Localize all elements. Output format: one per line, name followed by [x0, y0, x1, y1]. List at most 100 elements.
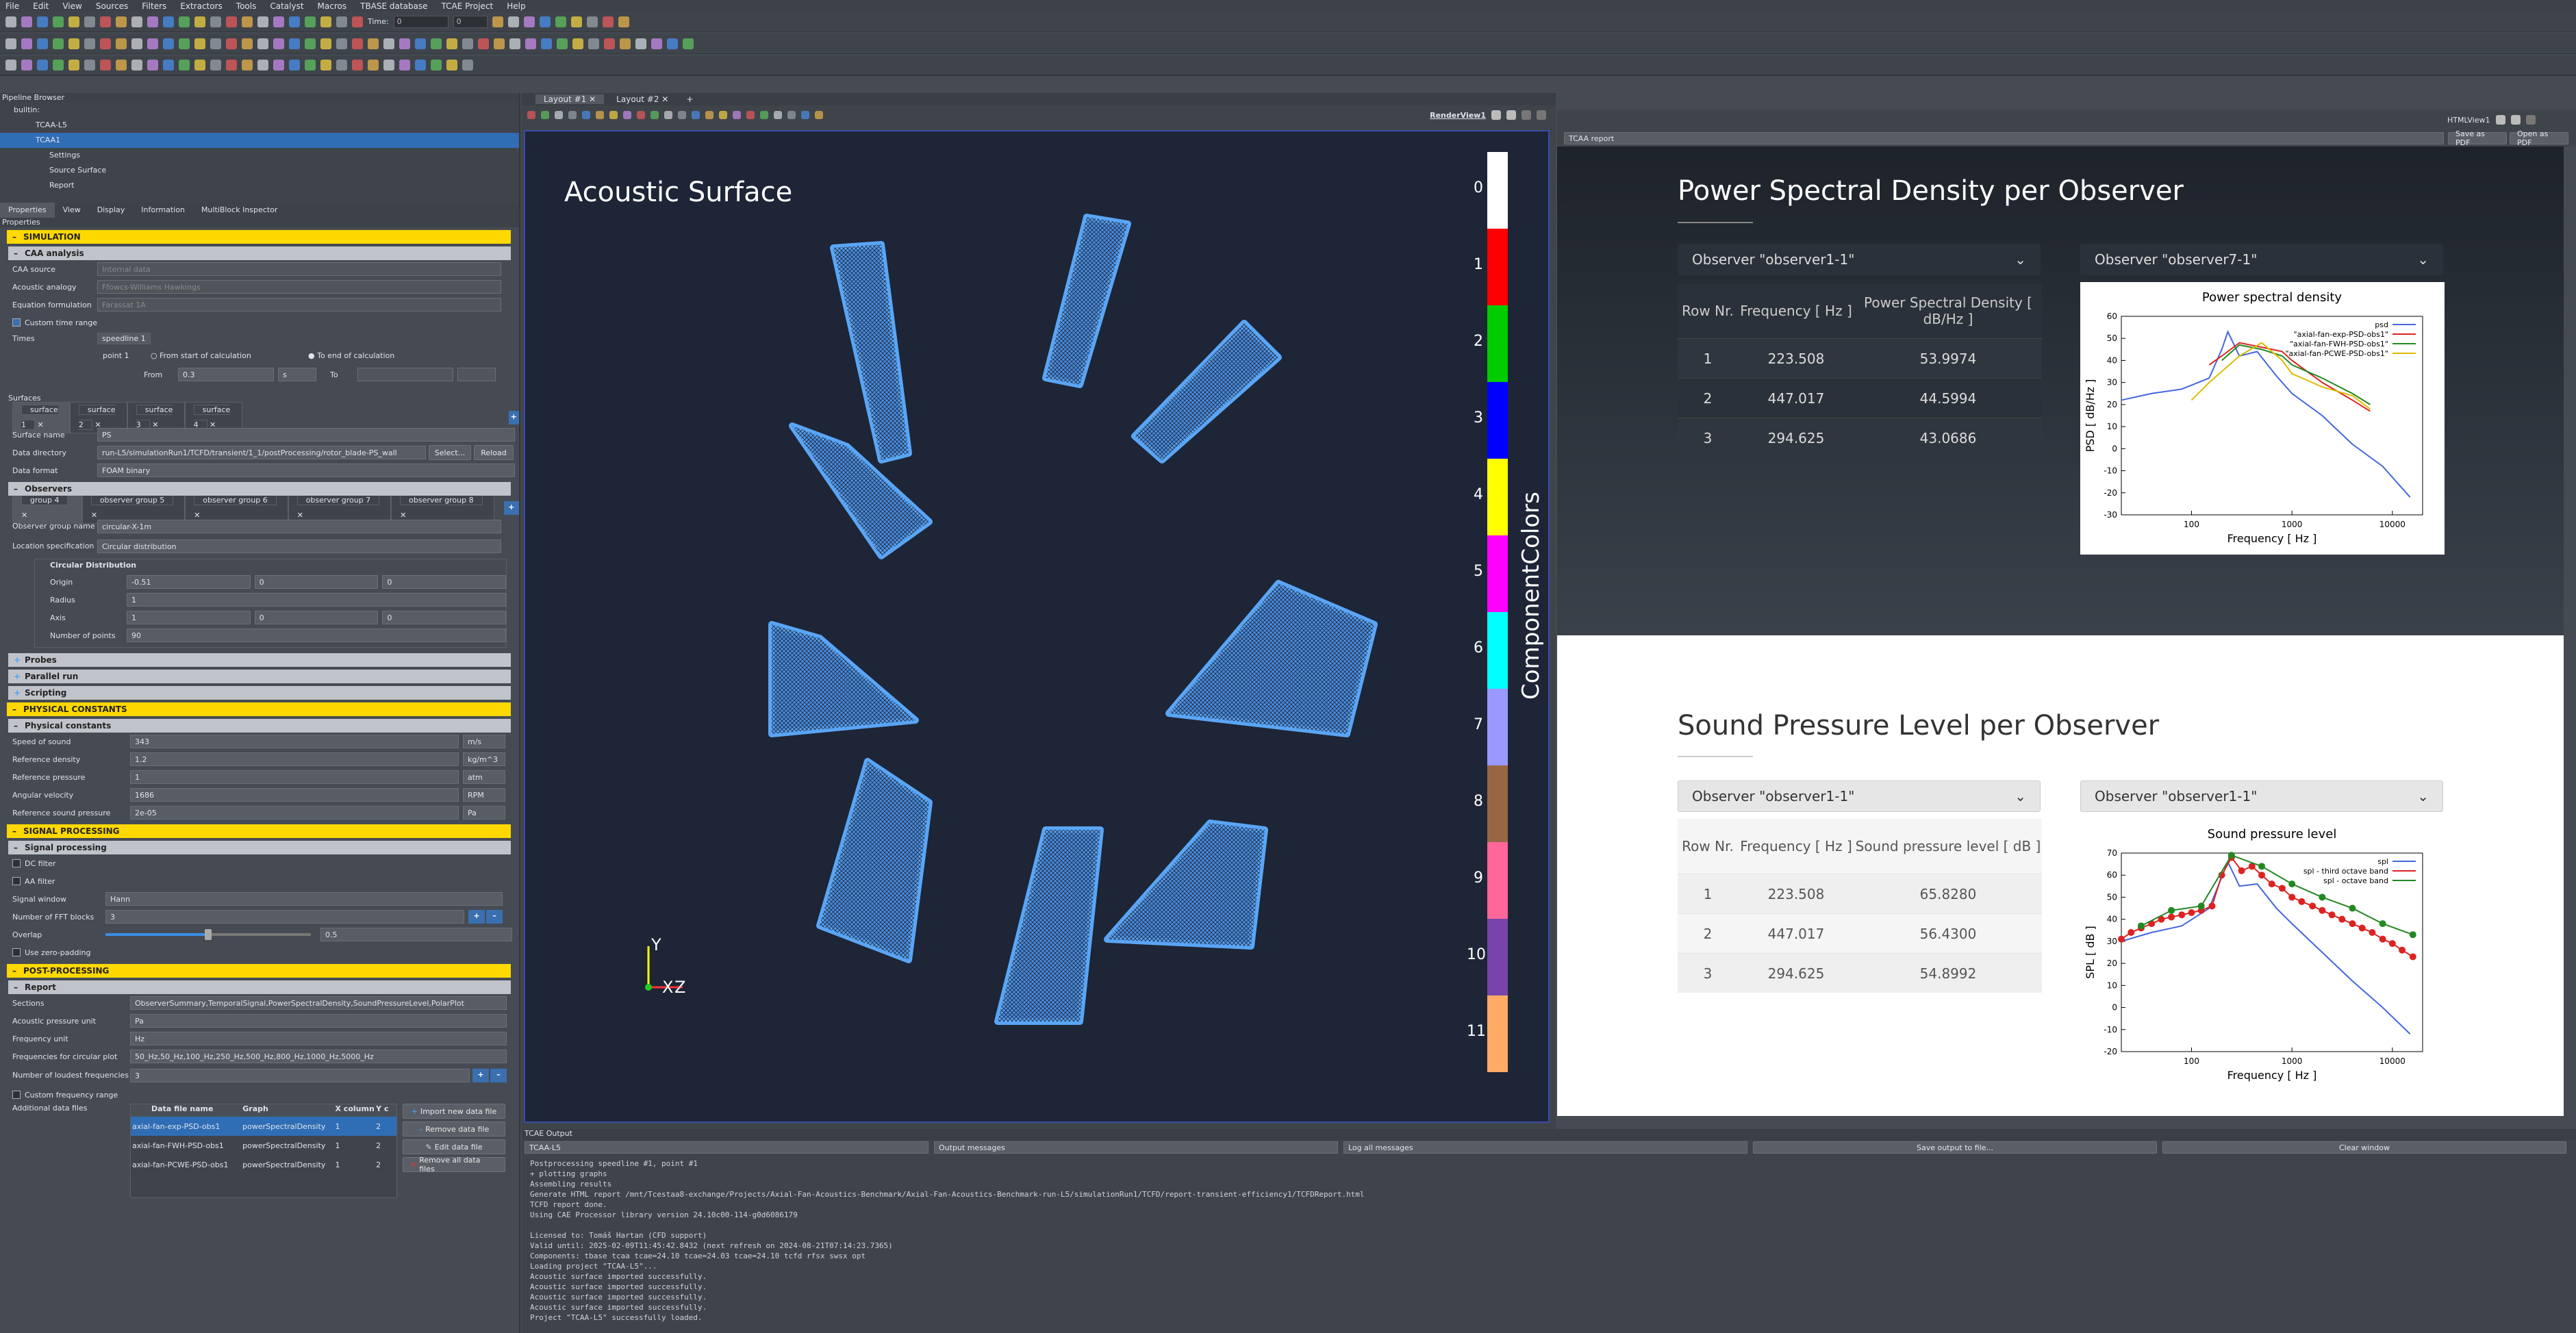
split-vertical-icon[interactable]	[1506, 110, 1516, 120]
time-input[interactable]: 0	[393, 15, 449, 28]
view-tool-icon-12[interactable]	[664, 111, 672, 119]
window-select[interactable]: Hann	[105, 892, 503, 906]
camera-tool-icon-2[interactable]	[21, 38, 32, 49]
signal-processing-group[interactable]: Signal processing	[8, 841, 511, 854]
filter-tool-icon-24[interactable]	[368, 60, 379, 71]
camera-tool-icon-33[interactable]	[509, 38, 520, 49]
maximize-icon[interactable]	[1521, 110, 1531, 120]
menu-file[interactable]: File	[5, 1, 19, 11]
dc-filter-checkbox[interactable]	[12, 859, 21, 867]
main-tool-icon-13[interactable]	[194, 16, 205, 27]
camera-tool-icon-17[interactable]	[257, 38, 268, 49]
camera-tool-icon-9[interactable]	[131, 38, 142, 49]
caa-source-select[interactable]: Internal data	[97, 262, 501, 276]
filter-tool-icon-28[interactable]	[431, 60, 442, 71]
physical-constants-section[interactable]: PHYSICAL CONSTANTS	[7, 702, 511, 716]
main-tool-icon-29[interactable]	[570, 16, 582, 27]
pipeline-item-tcaa1[interactable]: TCAA1	[0, 133, 519, 148]
view-tool-icon-16[interactable]	[609, 111, 618, 119]
camera-tool-icon-1[interactable]	[5, 38, 16, 49]
menu-filters[interactable]: Filters	[142, 1, 166, 11]
camera-tool-icon-28[interactable]	[431, 38, 442, 49]
menu-catalyst[interactable]: Catalyst	[270, 1, 303, 11]
camera-tool-icon-4[interactable]	[53, 38, 64, 49]
tab-multiblock-inspector[interactable]: MultiBlock Inspector	[193, 203, 286, 218]
loudest-decrease-button[interactable]: –	[490, 1069, 507, 1082]
main-tool-icon-10[interactable]	[147, 16, 158, 27]
main-tool-icon-7[interactable]	[100, 16, 111, 27]
main-tool-icon-14[interactable]	[210, 16, 221, 27]
overlap-slider-handle[interactable]	[205, 929, 212, 940]
to-input[interactable]	[357, 368, 453, 381]
sections-input[interactable]: ObserverSummary,TemporalSignal,PowerSpec…	[130, 996, 507, 1010]
scripting-group[interactable]: Scripting	[8, 686, 511, 700]
zero-padding-checkbox[interactable]	[12, 948, 21, 956]
menu-tcae-project[interactable]: TCAE Project	[442, 1, 494, 11]
camera-tool-icon-24[interactable]	[368, 38, 379, 49]
add-layout-tab[interactable]: +	[681, 94, 698, 104]
pipeline-item-source-surface[interactable]: Source Surface	[0, 163, 519, 178]
fft-increase-button[interactable]: +	[468, 910, 485, 924]
filter-tool-icon-5[interactable]	[68, 60, 79, 71]
open-pdf-button[interactable]: Open as PDF	[2510, 129, 2568, 147]
signal-processing-section[interactable]: SIGNAL PROCESSING	[7, 824, 511, 838]
caa-analysis-group[interactable]: CAA analysis	[8, 246, 511, 260]
view-tool-icon-9[interactable]	[705, 111, 714, 119]
physical-constant-input[interactable]: 343	[130, 735, 459, 748]
filter-tool-icon-22[interactable]	[336, 60, 347, 71]
view-tool-icon-17[interactable]	[596, 111, 604, 119]
camera-tool-icon-23[interactable]	[352, 38, 363, 49]
close-view-icon[interactable]	[1537, 110, 1546, 120]
camera-tool-icon-27[interactable]	[415, 38, 426, 49]
loudest-increase-button[interactable]: +	[472, 1069, 489, 1082]
filter-tool-icon-10[interactable]	[147, 60, 158, 71]
camera-tool-icon-11[interactable]	[163, 38, 174, 49]
location-select[interactable]: Circular distribution	[97, 539, 501, 553]
pressure-unit-select[interactable]: Pa	[130, 1014, 507, 1028]
main-tool-icon-11[interactable]	[163, 16, 174, 27]
main-tool-icon-2[interactable]	[21, 16, 32, 27]
main-tool-icon-24[interactable]	[492, 16, 503, 27]
main-tool-icon-22[interactable]	[336, 16, 347, 27]
select-button[interactable]: Select...	[429, 445, 471, 460]
surface-name-input[interactable]: PS	[97, 428, 515, 442]
camera-tool-icon-6[interactable]	[84, 38, 95, 49]
filter-tool-icon-19[interactable]	[289, 60, 300, 71]
filter-tool-icon-17[interactable]	[257, 60, 268, 71]
circ-freq-input[interactable]: 50_Hz,50_Hz,100_Hz,250_Hz,500_Hz,800_Hz,…	[130, 1050, 507, 1063]
filter-tool-icon-29[interactable]	[446, 60, 457, 71]
view-tool-icon-21[interactable]	[541, 111, 549, 119]
edit-file-button[interactable]: ✎ Edit data file	[403, 1139, 505, 1154]
from-unit[interactable]: s	[278, 368, 316, 381]
camera-tool-icon-41[interactable]	[635, 38, 646, 49]
camera-tool-icon-7[interactable]	[100, 38, 111, 49]
filter-tool-icon-30[interactable]	[462, 60, 473, 71]
main-tool-icon-31[interactable]	[602, 16, 614, 27]
main-tool-icon-26[interactable]	[523, 16, 535, 27]
data-dir-input[interactable]: run-L5/simulationRun1/TCFD/transient/1_1…	[97, 446, 426, 459]
main-tool-icon-18[interactable]	[273, 16, 284, 27]
filter-tool-icon-12[interactable]	[179, 60, 190, 71]
filter-tool-icon-1[interactable]	[5, 60, 16, 71]
camera-tool-icon-22[interactable]	[336, 38, 347, 49]
filter-tool-icon-26[interactable]	[399, 60, 410, 71]
camera-tool-icon-13[interactable]	[194, 38, 205, 49]
axis-x-input[interactable]: 1	[127, 611, 251, 624]
camera-tool-icon-40[interactable]	[620, 38, 631, 49]
menu-extractors[interactable]: Extractors	[180, 1, 223, 11]
camera-tool-icon-21[interactable]	[320, 38, 331, 49]
filter-tool-icon-2[interactable]	[21, 60, 32, 71]
filter-tool-icon-18[interactable]	[273, 60, 284, 71]
freq-unit-select[interactable]: Hz	[130, 1032, 507, 1045]
camera-tool-icon-36[interactable]	[557, 38, 568, 49]
physical-constant-input[interactable]: 1.2	[130, 752, 459, 766]
tab-properties[interactable]: Properties	[0, 203, 55, 218]
loudest-input[interactable]: 3	[130, 1069, 470, 1082]
menu-tbase-database[interactable]: TBASE database	[360, 1, 427, 11]
camera-tool-icon-18[interactable]	[273, 38, 284, 49]
clear-window-button[interactable]: Clear window	[2162, 1141, 2566, 1154]
camera-tool-icon-15[interactable]	[226, 38, 237, 49]
physical-constant-unit[interactable]: kg/m^3	[463, 752, 505, 766]
physical-constant-input[interactable]: 2e-05	[130, 806, 459, 820]
main-tool-icon-23[interactable]	[352, 16, 363, 27]
